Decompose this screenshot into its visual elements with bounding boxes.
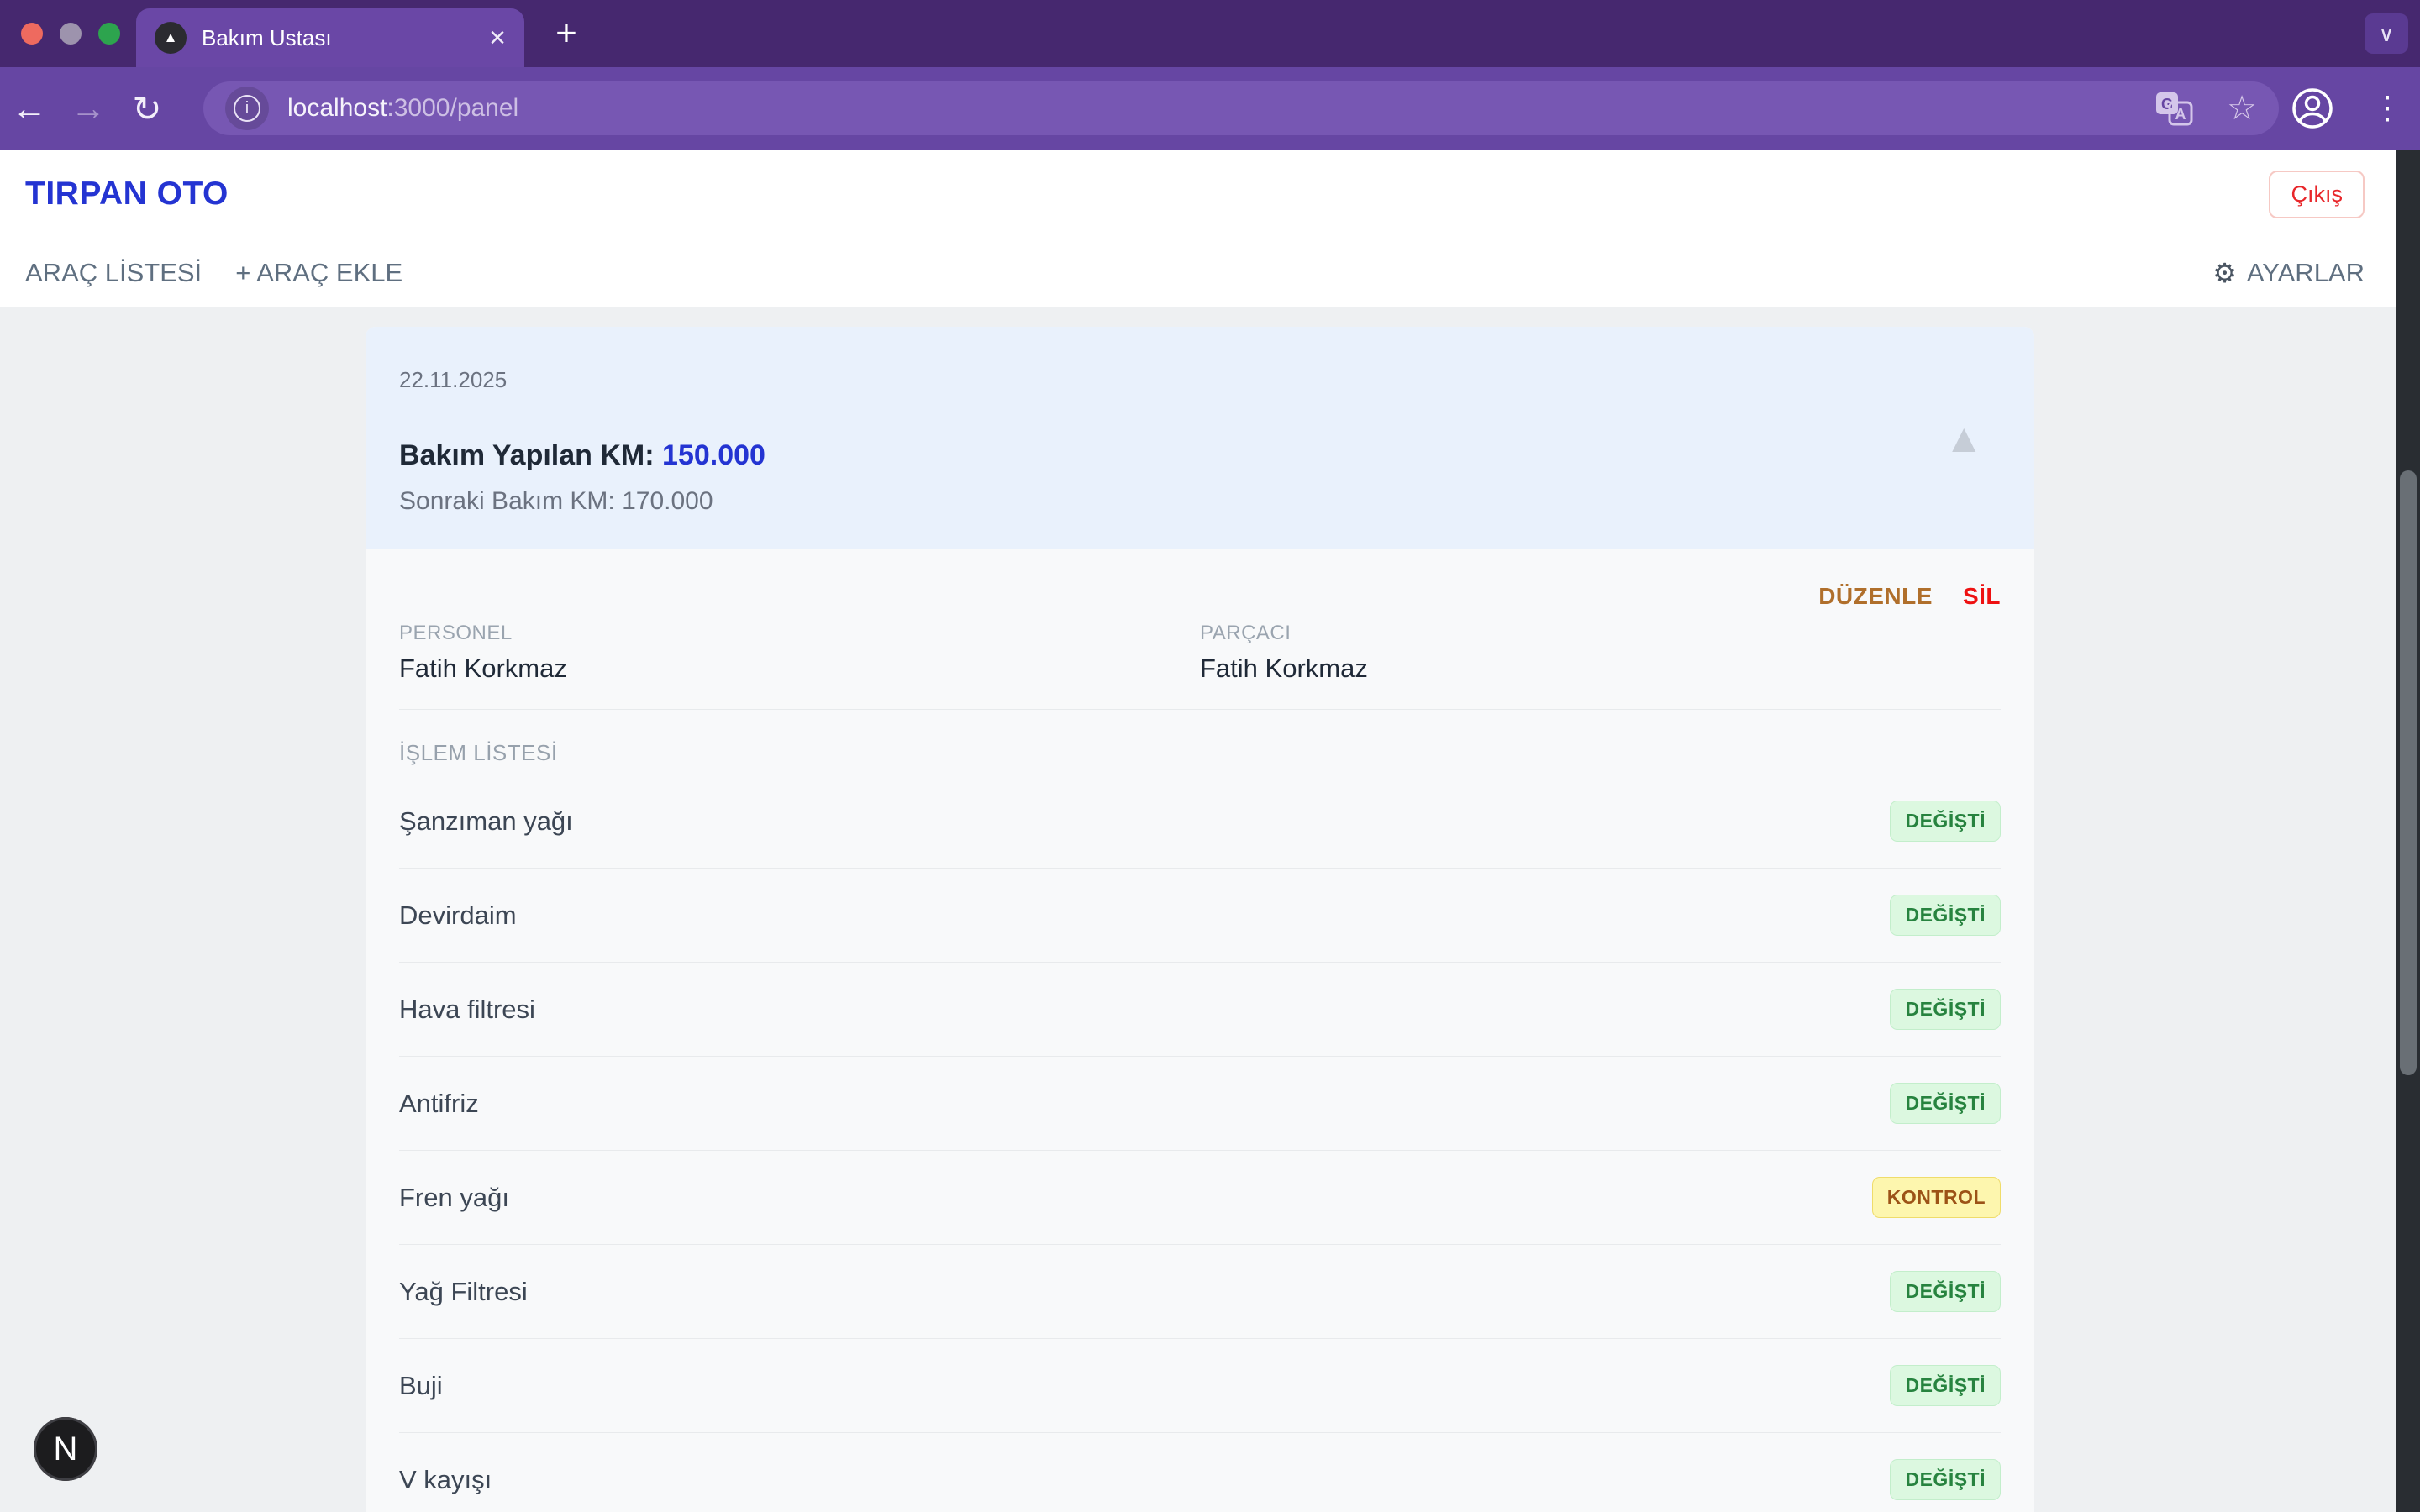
operation-label: Antifriz [399,1089,479,1119]
operation-row: Antifriz DEĞİŞTİ [399,1057,2001,1151]
parts-block: PARÇACI Fatih Korkmaz [1200,622,2001,684]
operation-row: Fren yağı KONTROL [399,1151,2001,1245]
operation-status-badge: DEĞİŞTİ [1890,1083,2001,1124]
operation-status-badge: DEĞİŞTİ [1890,895,2001,936]
address-bar[interactable]: i localhost:3000/panel G A ☆ [203,81,2279,135]
operation-label: Fren yağı [399,1183,509,1213]
operation-row: Buji DEĞİŞTİ [399,1339,2001,1433]
maintenance-card-body: DÜZENLE SİL PERSONEL Fatih Korkmaz PARÇA… [366,549,2034,1512]
operation-row: Devirdaim DEĞİŞTİ [399,869,2001,963]
scrollbar-thumb[interactable] [2400,470,2417,1075]
maintenance-card: 22.11.2025 Bakım Yapılan KM: 150.000 Son… [366,327,2034,1512]
people-row: PERSONEL Fatih Korkmaz PARÇACI Fatih Kor… [399,622,2001,710]
url-host: localhost [287,94,387,122]
tab-search-chevron-icon[interactable]: ∨ [2365,13,2408,54]
nav-item-ayarlar[interactable]: ⚙ AYARLAR [2212,257,2365,289]
operation-row: Yağ Filtresi DEĞİŞTİ [399,1245,2001,1339]
tab-favicon-icon: ▲ [155,22,187,54]
back-icon[interactable]: ← [0,88,59,129]
page-scrollbar[interactable] [2396,150,2420,1512]
parts-value: Fatih Korkmaz [1200,654,2001,684]
operation-status-badge: DEĞİŞTİ [1890,1271,2001,1312]
site-nav: ARAÇ LİSTESİ + ARAÇ EKLE ⚙ AYARLAR [0,239,2420,307]
main-content: 22.11.2025 Bakım Yapılan KM: 150.000 Son… [0,327,2420,1512]
nav-item-arac-listesi[interactable]: ARAÇ LİSTESİ [25,258,202,288]
maintenance-km-value: 150.000 [662,439,765,471]
reload-icon[interactable]: ↻ [118,88,176,129]
operation-status-badge: KONTROL [1872,1177,2001,1218]
edit-button[interactable]: DÜZENLE [1818,583,1933,610]
next-maintenance-km: Sonraki Bakım KM: 170.000 [399,487,2001,516]
site-info-icon[interactable]: i [225,87,269,130]
browser-menu-icon[interactable]: ⋮ [2371,92,2403,124]
operation-label: V kayışı [399,1465,492,1495]
operation-label: Hava filtresi [399,995,535,1025]
site-header: TIRPAN OTO Çıkış [0,150,2420,239]
translate-icon[interactable]: G A [2154,89,2193,128]
parts-label: PARÇACI [1200,622,2001,645]
tab-title: Bakım Ustası [202,25,489,51]
operation-row: Hava filtresi DEĞİŞTİ [399,963,2001,1057]
window-zoom-button[interactable] [98,23,120,45]
personnel-label: PERSONEL [399,622,1200,645]
brand-logo[interactable]: TIRPAN OTO [25,176,229,213]
browser-toolbar: ← → ↻ i localhost:3000/panel G A ☆ [0,67,2420,150]
operation-status-badge: DEĞİŞTİ [1890,1459,2001,1500]
nav-item-arac-ekle[interactable]: + ARAÇ EKLE [235,258,402,288]
operation-row: Şanzıman yağı DEĞİŞTİ [399,774,2001,869]
window-controls [21,23,120,45]
tab-close-icon[interactable]: × [489,24,506,52]
new-tab-button[interactable]: + [544,12,588,55]
operation-list: Şanzıman yağı DEĞİŞTİ Devirdaim DEĞİŞTİ … [399,774,2001,1512]
browser-titlebar: ▲ Bakım Ustası × + ∨ [0,0,2420,67]
maintenance-km: Bakım Yapılan KM: 150.000 [399,439,2001,472]
maintenance-date: 22.11.2025 [399,367,2001,412]
url-text: localhost:3000/panel [287,94,2154,123]
collapse-triangle-icon[interactable]: ▲ [1944,419,1984,459]
window-close-button[interactable] [21,23,43,45]
forward-icon[interactable]: → [59,88,118,129]
maintenance-card-header: 22.11.2025 Bakım Yapılan KM: 150.000 Son… [366,327,2034,549]
personnel-block: PERSONEL Fatih Korkmaz [399,622,1200,684]
url-path: :3000/panel [387,94,518,122]
logout-button[interactable]: Çıkış [2269,171,2365,218]
window-minimize-button[interactable] [60,23,82,45]
delete-button[interactable]: SİL [1963,583,2001,610]
browser-tab[interactable]: ▲ Bakım Ustası × [136,8,524,67]
profile-icon[interactable] [2291,87,2334,130]
bookmark-star-icon[interactable]: ☆ [2227,92,2257,125]
operation-status-badge: DEĞİŞTİ [1890,989,2001,1030]
operation-label: Devirdaim [399,900,517,931]
gear-icon: ⚙ [2212,257,2237,289]
nextjs-dev-badge[interactable]: N [34,1417,97,1481]
operation-label: Şanzıman yağı [399,806,573,837]
personnel-value: Fatih Korkmaz [399,654,1200,684]
operation-row: V kayışı DEĞİŞTİ [399,1433,2001,1512]
operation-list-title: İŞLEM LİSTESİ [399,740,2001,766]
operation-status-badge: DEĞİŞTİ [1890,1365,2001,1406]
settings-label: AYARLAR [2247,258,2365,288]
operation-status-badge: DEĞİŞTİ [1890,801,2001,842]
svg-text:A: A [2175,106,2186,123]
operation-label: Yağ Filtresi [399,1277,528,1307]
operation-label: Buji [399,1371,443,1401]
